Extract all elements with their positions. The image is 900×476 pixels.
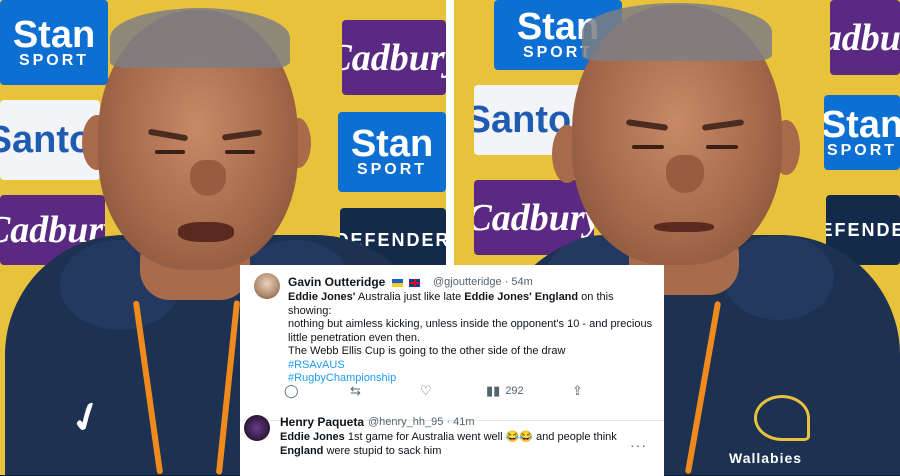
tweet-card[interactable]: Henry Paqueta @henry_hh_95 · 41m ··· Edd… [240,415,664,476]
tweet-line: Eddie Jones' Australia just like late Ed… [288,291,614,317]
views-button[interactable]: ▮▮ 292 [486,383,524,399]
eye [632,145,664,149]
sponsor-cadbury-board: Cadbury [342,20,446,95]
sponsor-cadbury-board: Cadbury [830,0,900,75]
retweet-button[interactable]: ⇆ [350,383,361,399]
hashtag-link[interactable]: #RSAvAUS [288,359,658,373]
wallabies-logo-icon [754,395,810,441]
share-icon: ⇪ [572,383,583,398]
views-icon: ▮▮ [486,383,501,398]
tweet-handle[interactable]: @gjoutteridge · 54m [433,276,533,288]
wallabies-label: Wallabies [729,450,803,466]
tweet-card[interactable]: Gavin Outteridge @gjoutteridge · 54m Edd… [240,265,664,420]
nose [190,160,226,196]
avatar[interactable] [244,415,270,441]
tweet-line: England were stupid to sack him [280,444,442,457]
tweet-line: Eddie Jones 1st game for Australia went … [280,431,617,443]
share-button[interactable]: ⇪ [572,383,583,399]
laughing-emoji-icon: 😂😂 [505,431,533,443]
tweet-line: nothing but aimless kicking, unless insi… [288,318,653,330]
hair [110,8,290,68]
hair [582,3,772,61]
avatar[interactable] [254,273,280,299]
eye [225,150,255,154]
nose [666,155,704,193]
hashtag-link[interactable]: #RugbyChampionship [288,372,658,386]
sponsor-stan-board: Stan SPORT [338,112,446,192]
sponsor-stan-board: Stan SPORT [0,0,108,85]
eye [706,145,738,149]
like-button[interactable]: ♡ [420,383,432,399]
author-name[interactable]: Henry Paqueta [280,415,364,429]
mouth [178,222,234,242]
tweet-line: The Webb Ellis Cup is going to the other… [288,345,566,357]
like-icon: ♡ [420,383,432,398]
tweet-author[interactable]: Gavin Outteridge [288,275,421,289]
reply-icon: ◯ [284,383,299,398]
tweet-line: little penetration even then. [288,331,421,344]
author-name[interactable]: Gavin Outteridge [288,275,385,289]
reply-button[interactable]: ◯ [284,383,299,399]
retweet-icon: ⇆ [350,383,361,398]
tweet-body: Eddie Jones' Australia just like late Ed… [288,291,658,386]
eye [155,150,185,154]
tweet-handle[interactable]: @henry_hh_95 · 41m [368,416,475,428]
sponsor-stan-board: Stan SPORT [824,95,900,170]
ukraine-flag-icon [391,278,403,287]
collar [724,235,834,320]
uk-flag-icon [409,278,421,287]
views-count: 292 [505,385,524,397]
mouth [654,222,714,232]
tweet-body: Eddie Jones 1st game for Australia went … [280,431,660,458]
